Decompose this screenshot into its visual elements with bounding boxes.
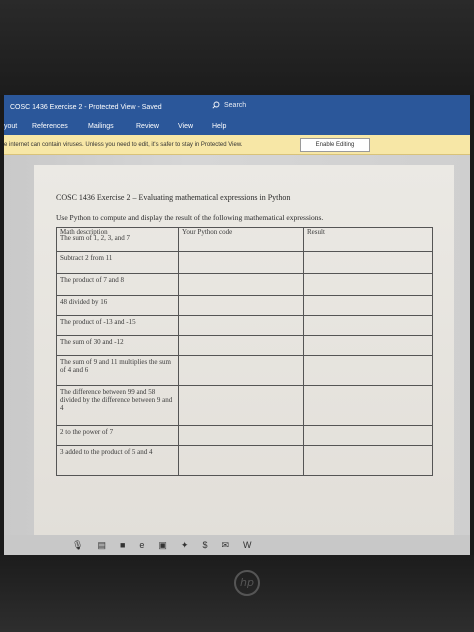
table-cell-code[interactable] xyxy=(178,335,304,356)
enable-editing-button[interactable]: Enable Editing xyxy=(300,138,370,152)
table-cell-description: Subtract 2 from 11 xyxy=(56,251,179,274)
search-icon xyxy=(212,101,220,109)
table-row: 3 added to the product of 5 and 4 xyxy=(56,445,433,476)
table-cell-code[interactable] xyxy=(178,445,304,476)
document-instructions: Use Python to compute and display the re… xyxy=(56,213,324,222)
document-heading: COSC 1436 Exercise 2 – Evaluating mathem… xyxy=(56,193,291,202)
table-cell-result[interactable] xyxy=(303,445,433,476)
table-cell-description: The sum of 30 and -12 xyxy=(56,335,179,356)
store-icon[interactable]: ▣ xyxy=(158,540,167,551)
table-header-row: Math description The sum of 1, 2, 3, and… xyxy=(56,227,433,252)
document-area[interactable]: COSC 1436 Exercise 2 – Evaluating mathem… xyxy=(4,155,470,537)
mail-icon[interactable]: ✉ xyxy=(221,540,229,551)
table-cell-code[interactable] xyxy=(178,273,304,296)
table-cell-description: The difference between 99 and 58 divided… xyxy=(56,385,179,426)
monitor-bezel-top xyxy=(0,0,474,95)
table-cell-description: 2 to the power of 7 xyxy=(56,425,179,446)
table-cell-result[interactable] xyxy=(303,355,433,386)
column-header-description: Math description The sum of 1, 2, 3, and… xyxy=(56,227,179,252)
search-label: Search xyxy=(224,101,247,109)
table-row: The difference between 99 and 58 divided… xyxy=(56,385,433,426)
dropbox-icon[interactable]: ✦ xyxy=(181,540,189,551)
table-row: Subtract 2 from 11 xyxy=(56,251,433,274)
table-cell-result[interactable] xyxy=(303,295,433,316)
table-cell-description: 3 added to the product of 5 and 4 xyxy=(56,445,179,476)
table-row: The product of 7 and 8 xyxy=(56,273,433,296)
title-bar: COSC 1436 Exercise 2 - Protected View - … xyxy=(4,95,470,119)
tab-layout[interactable]: yout xyxy=(4,123,17,130)
table-cell-code[interactable] xyxy=(178,251,304,274)
tab-mailings[interactable]: Mailings xyxy=(88,123,114,130)
tab-view[interactable]: View xyxy=(178,123,193,130)
table-cell-description: The sum of 1, 2, 3, and 7 xyxy=(60,234,130,242)
table-cell-code[interactable] xyxy=(178,315,304,336)
tab-references[interactable]: References xyxy=(32,123,68,130)
monitor-bezel-bottom xyxy=(0,555,474,632)
table-cell-code[interactable] xyxy=(178,355,304,386)
table-cell-description: 48 divided by 16 xyxy=(56,295,179,316)
table-cell-description: The product of -13 and -15 xyxy=(56,315,179,336)
table-row: The product of -13 and -15 xyxy=(56,315,433,336)
file-explorer-icon[interactable]: ■ xyxy=(120,540,125,550)
table-cell-code[interactable] xyxy=(178,295,304,316)
column-header-result: Result xyxy=(303,227,433,252)
tab-review[interactable]: Review xyxy=(136,123,159,130)
table-cell-description: The product of 7 and 8 xyxy=(56,273,179,296)
edge-icon[interactable]: e xyxy=(139,540,144,550)
hp-logo: hp xyxy=(234,570,260,596)
table-cell-result[interactable] xyxy=(303,385,433,426)
table-cell-description: The sum of 9 and 11 multiplies the sum o… xyxy=(56,355,179,386)
protected-view-message: e internet can contain viruses. Unless y… xyxy=(4,142,243,148)
ribbon-tabs: yout References Mailings Review View Hel… xyxy=(4,119,470,135)
task-view-icon[interactable]: ▤ xyxy=(97,540,106,551)
search-box[interactable]: Search xyxy=(212,101,246,109)
table-cell-result[interactable] xyxy=(303,273,433,296)
window-title: COSC 1436 Exercise 2 - Protected View - … xyxy=(10,103,162,111)
app-icon[interactable]: $ xyxy=(202,540,207,550)
table-cell-result[interactable] xyxy=(303,251,433,274)
table-row: The sum of 9 and 11 multiplies the sum o… xyxy=(56,355,433,386)
taskbar: 🎙 ▤ ■ e ▣ ✦ $ ✉ W xyxy=(4,535,470,555)
microphone-icon[interactable]: 🎙 xyxy=(72,540,83,551)
table-row: 48 divided by 16 xyxy=(56,295,433,316)
table-cell-result[interactable] xyxy=(303,335,433,356)
document-page: COSC 1436 Exercise 2 – Evaluating mathem… xyxy=(34,165,454,537)
column-header-code: Your Python code xyxy=(178,227,304,252)
table-cell-result[interactable] xyxy=(303,315,433,336)
word-icon[interactable]: W xyxy=(243,540,252,550)
table-row: 2 to the power of 7 xyxy=(56,425,433,446)
screen: COSC 1436 Exercise 2 - Protected View - … xyxy=(4,95,470,555)
exercise-table: Math description The sum of 1, 2, 3, and… xyxy=(56,227,433,476)
table-cell-code[interactable] xyxy=(178,425,304,446)
table-cell-code[interactable] xyxy=(178,385,304,426)
table-row: The sum of 30 and -12 xyxy=(56,335,433,356)
table-cell-result[interactable] xyxy=(303,425,433,446)
protected-view-bar: e internet can contain viruses. Unless y… xyxy=(4,135,470,155)
tab-help[interactable]: Help xyxy=(212,123,226,130)
